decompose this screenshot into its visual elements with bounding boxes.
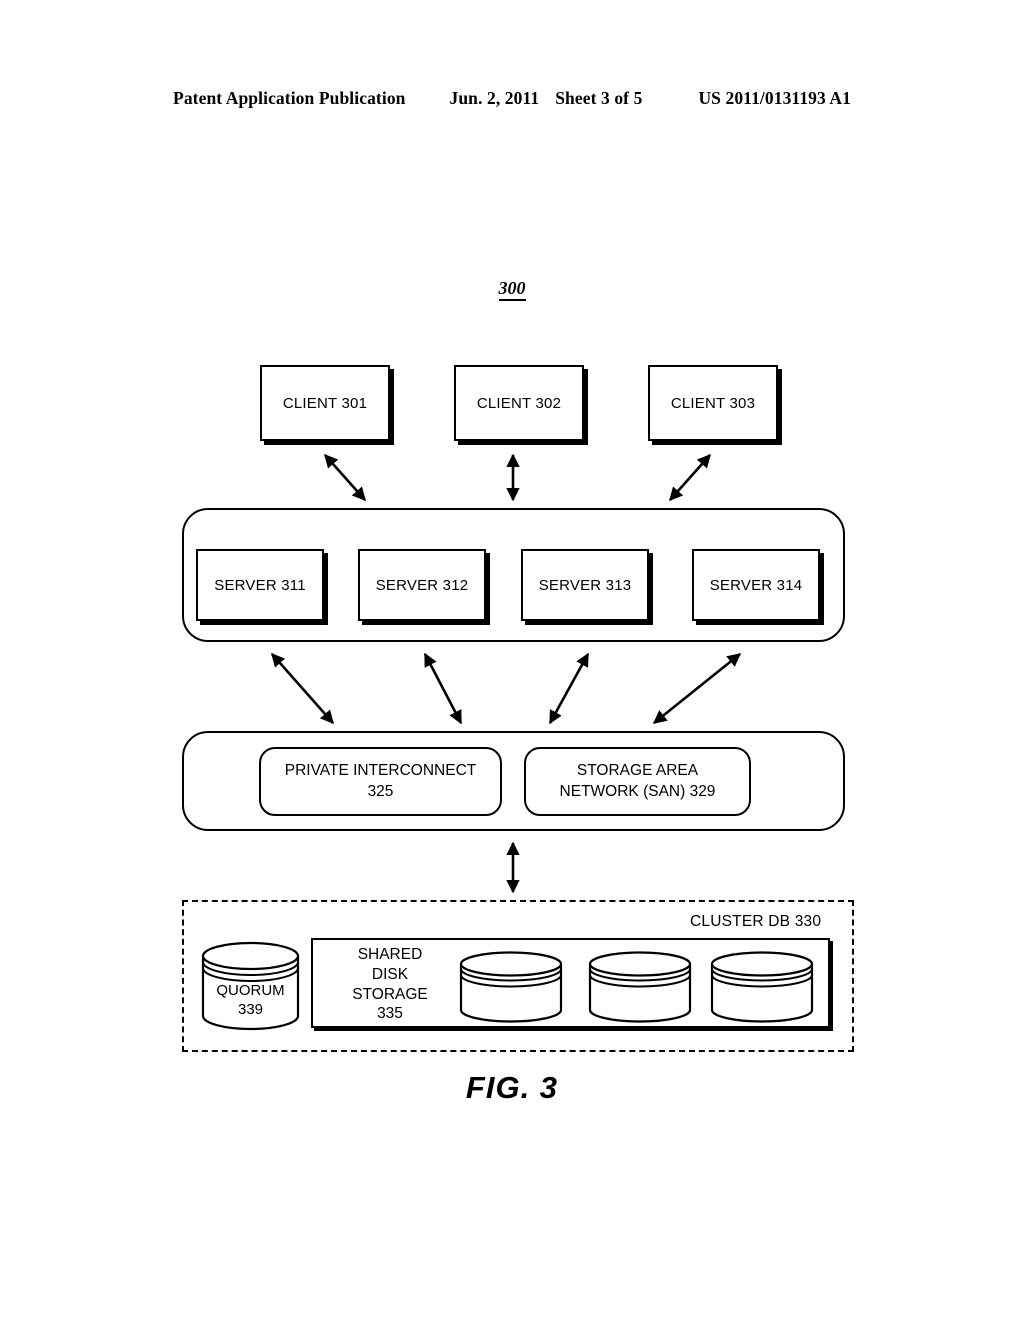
client-box-302: CLIENT 302	[454, 365, 584, 441]
publication-date: Jun. 2, 2011	[449, 88, 540, 108]
figure-reference-numeral-text: 300	[498, 278, 526, 301]
client-box-301: CLIENT 301	[260, 365, 390, 441]
arrow-client303-to-cluster	[669, 453, 711, 502]
client-box-302-label: CLIENT 302	[476, 394, 562, 412]
client-box-301-label: CLIENT 301	[282, 394, 368, 412]
arrow-server312-to-network	[423, 652, 463, 725]
client-box-303-label: CLIENT 303	[670, 394, 756, 412]
shared-disk-cylinder-2	[588, 951, 692, 1023]
server-box-311: SERVER 311	[196, 549, 324, 621]
storage-area-network-box: STORAGE AREA NETWORK (SAN) 329	[524, 747, 751, 816]
storage-area-network-label: STORAGE AREA NETWORK (SAN) 329	[559, 761, 716, 800]
server-box-314-label: SERVER 314	[709, 576, 803, 594]
private-interconnect-label: PRIVATE INTERCONNECT 325	[284, 761, 477, 800]
server-box-312: SERVER 312	[358, 549, 486, 621]
quorum-cylinder: QUORUM 339	[201, 941, 300, 1031]
server-box-313: SERVER 313	[521, 549, 649, 621]
arrow-client301-to-cluster	[324, 453, 366, 502]
figure-reference-numeral: 300	[0, 278, 1024, 301]
publication-title: Patent Application Publication	[173, 88, 406, 108]
shared-disk-cylinder-3	[710, 951, 814, 1023]
private-interconnect-box: PRIVATE INTERCONNECT 325	[259, 747, 502, 816]
shared-disk-cylinder-1	[459, 951, 563, 1023]
arrow-server314-to-network	[652, 652, 742, 725]
sheet-number: Sheet 3 of 5	[555, 88, 643, 108]
connector-arrows	[271, 453, 742, 894]
figure-caption: FIG. 3	[465, 1070, 559, 1105]
client-box-303: CLIENT 303	[648, 365, 778, 441]
arrow-server311-to-network	[271, 652, 334, 725]
shared-disk-storage-label: SHARED DISK STORAGE 335	[352, 946, 428, 1023]
arrow-server313-to-network	[548, 652, 590, 725]
page-header: Patent Application Publication Jun. 2, 2…	[0, 88, 1024, 109]
server-box-314: SERVER 314	[692, 549, 820, 621]
cluster-db-label: CLUSTER DB 330	[690, 913, 822, 930]
server-box-312-label: SERVER 312	[375, 576, 469, 594]
server-box-311-label: SERVER 311	[214, 576, 306, 594]
patent-number: US 2011/0131193 A1	[698, 88, 851, 108]
server-box-313-label: SERVER 313	[538, 576, 632, 594]
